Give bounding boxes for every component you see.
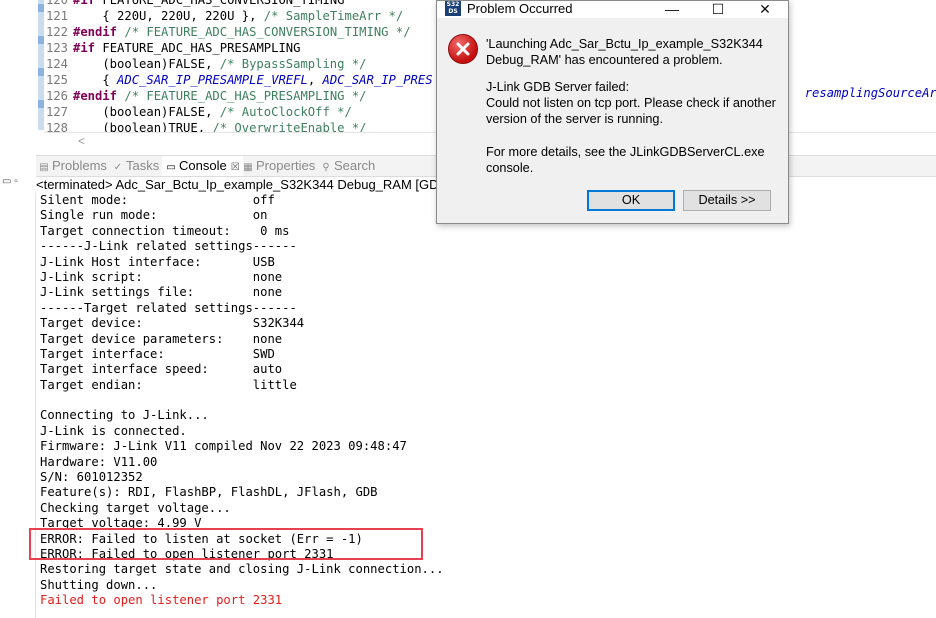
console-line: Shutting down... [40,577,158,592]
dialog-detail-head: J-Link GDB Server failed: [486,80,630,94]
code-token: ADC_SAR_IP_PRESAMPLE_VREFL [117,73,308,87]
close-tab-icon[interactable]: ☒ [231,162,240,173]
problems-icon: ▤ [39,162,49,173]
code-token: ADC_SAR_IP_PRES [322,73,433,87]
code-token: , [307,73,323,87]
console-line: Target device: S32K344 [40,316,305,331]
console-line: Hardware: V11.00 [40,454,158,469]
code-token: #endif [73,25,125,39]
tab-problems[interactable]: ▤ Problems [38,156,107,176]
code-line: 127 (boolean)FALSE, /* AutoClockOff */ [46,104,352,120]
tasks-icon: ✓ [113,162,123,173]
properties-icon: ▦ [243,162,253,173]
dialog-message: 'Launching Adc_Sar_Bctu_Ip_example_S32K3… [486,37,763,67]
tab-tasks[interactable]: ✓ Tasks [112,156,159,176]
code-line: 125 { ADC_SAR_IP_PRESAMPLE_VREFL, ADC_SA… [46,72,433,88]
code-line: 126 #endif /* FEATURE_ADC_HAS_PRESAMPLING… [46,88,367,104]
code-token: #if [73,41,103,55]
tab-console[interactable]: ▭ Console ☒ [162,156,243,176]
line-number: 126 [46,89,69,103]
code-token: #if [73,0,103,7]
details-button[interactable]: Details >> [683,190,771,211]
scroll-left-icon[interactable]: < [78,133,85,149]
error-icon [448,34,478,64]
line-number: 125 [46,73,69,87]
code-token: /* FEATURE_ADC_HAS_PRESAMPLING */ [124,89,367,103]
line-number: 122 [46,25,69,39]
code-token: FEATURE_ADC_HAS_CONVERSION_TIMING [102,0,345,7]
minimize-button[interactable]: — [649,1,695,18]
dialog-more-info: For more details, see the JLinkGDBServer… [486,145,765,175]
maximize-button[interactable]: ☐ [695,1,741,18]
code-line-overflow: resamplingSourceArr * [790,69,936,101]
dialog-title-bar[interactable]: S32 DS Problem Occurred — ☐ ✕ [437,1,788,18]
error-highlight-box [29,528,423,560]
code-token: { 220U, 220U, 220U }, [73,9,264,23]
console-line: Target endian: little [40,377,297,392]
tab-label: Problems [52,158,107,173]
line-number: 124 [46,57,69,71]
code-token: #endif [73,89,125,103]
console-line: Feature(s): RDI, FlashBP, FlashDL, JFlas… [40,485,378,500]
code-token: /* AutoClockOff */ [219,105,352,119]
minimize-view-icon[interactable]: ▭ ▫ [2,176,18,187]
tab-label: Console [179,158,227,173]
console-line: ------J-Link related settings------ [40,239,297,254]
close-button[interactable]: ✕ [742,1,788,18]
code-line: 123 #if FEATURE_ADC_HAS_PRESAMPLING [46,40,300,56]
overflow-text: resamplingSourceArr * [804,86,936,100]
console-line: Target device parameters: none [40,331,283,346]
console-line: J-Link settings file: none [40,285,283,300]
code-token: { [73,73,118,87]
console-icon: ▭ [166,162,176,173]
console-line: Connecting to J-Link... [40,408,209,423]
console-line: J-Link Host interface: USB [40,254,275,269]
dialog-detail-body: Could not listen on tcp port. Please che… [486,96,776,126]
console-line: ------Target related settings------ [40,300,297,315]
console-line: J-Link script: none [40,269,283,284]
code-token: /* FEATURE_ADC_HAS_CONVERSION_TIMING */ [124,25,411,39]
console-line: Target interface: SWD [40,346,275,361]
search-icon: ⚲ [322,162,330,173]
code-token: (boolean)FALSE, [73,57,220,71]
console-error-line: Failed to open listener port 2331 [40,593,283,608]
editor-ruler [38,0,44,130]
console-line: Firmware: J-Link V11 compiled Nov 22 202… [40,439,407,454]
tab-label: Search [334,158,376,173]
line-number: 123 [46,41,69,55]
line-number: 120 [46,0,69,7]
dialog-title: Problem Occurred [467,1,573,16]
code-token: /* BypassSampling */ [219,57,367,71]
code-token: (boolean)FALSE, [73,105,220,119]
code-line: 121 { 220U, 220U, 220U }, /* SampleTimeA… [46,8,403,24]
console-line: Target connection timeout: 0 ms [40,223,290,238]
code-line: 122 #endif /* FEATURE_ADC_HAS_CONVERSION_… [46,24,411,40]
console-line: S/N: 601012352 [40,470,143,485]
tab-label: Tasks [126,158,160,173]
tab-search[interactable]: ⚲ Search [320,156,375,176]
code-token: /* SampleTimeArr */ [263,9,404,23]
console-line: Checking target voltage... [40,500,231,515]
s32ds-logo-icon: S32 DS [445,1,461,16]
code-token: FEATURE_ADC_HAS_PRESAMPLING [102,41,301,55]
dialog-message-area: 'Launching Adc_Sar_Bctu_Ip_example_S32K3… [486,36,786,176]
problem-occurred-dialog: S32 DS Problem Occurred — ☐ ✕ 'Launching … [436,0,789,224]
console-line: J-Link is connected. [40,423,187,438]
console-line: Target interface speed: auto [40,362,283,377]
ok-button[interactable]: OK [587,190,675,211]
console-line: Restoring target state and closing J-Lin… [40,562,444,577]
line-number: 127 [46,105,69,119]
tab-label: Properties [256,158,316,173]
line-number: 121 [46,9,69,23]
code-line: 124 (boolean)FALSE, /* BypassSampling */ [46,56,367,72]
editor-left-trim [0,0,36,150]
tab-properties[interactable]: ▦ Properties [242,156,315,176]
code-line: 120 #if FEATURE_ADC_HAS_CONVERSION_TIMING [46,0,345,8]
